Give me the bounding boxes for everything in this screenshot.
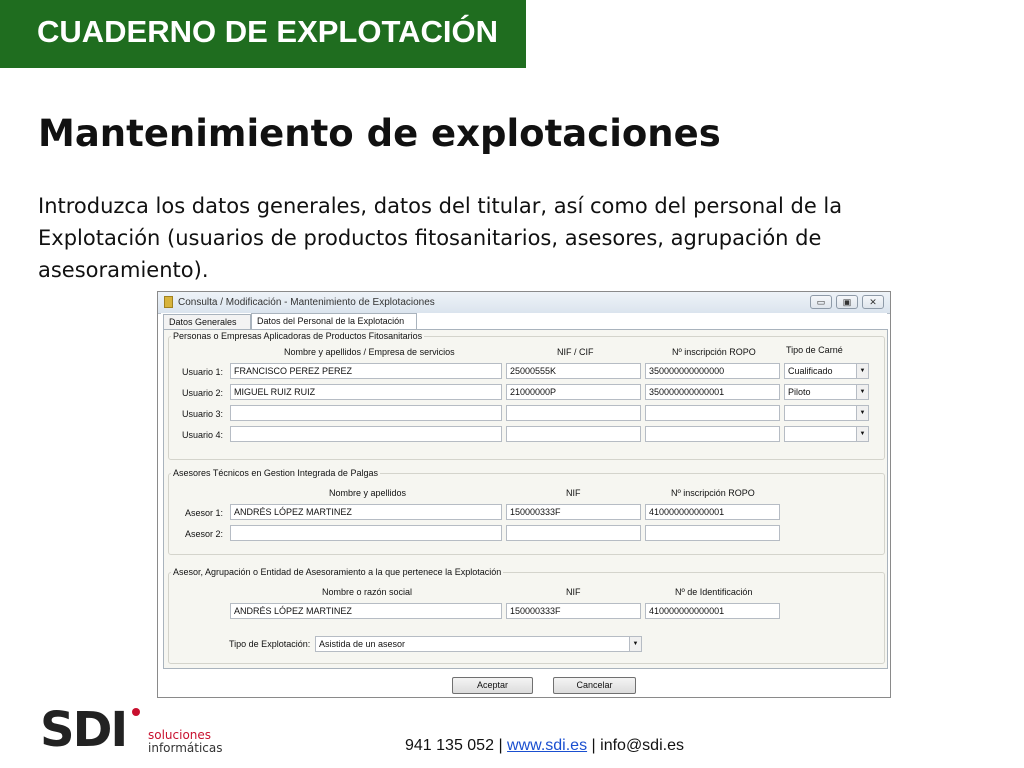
select-value: Piloto (788, 387, 811, 397)
window-title: Consulta / Modificación - Mantenimiento … (178, 297, 435, 308)
advisors-group: Asesores Técnicos en Gestion Integrada d… (168, 468, 885, 555)
cancel-button[interactable]: Cancelar (553, 677, 636, 694)
window-titlebar[interactable]: Consulta / Modificación - Mantenimiento … (158, 292, 890, 314)
tab-datos-personal[interactable]: Datos del Personal de la Explotación (251, 313, 417, 329)
usuario2-carne-select[interactable]: Piloto ▼ (784, 384, 869, 400)
col-header-nif: NIF / CIF (557, 347, 594, 357)
asesor2-ropo-field[interactable] (645, 525, 780, 541)
chevron-down-icon[interactable]: ▼ (856, 385, 868, 399)
col-header-name: Nombre y apellidos / Empresa de servicio… (284, 347, 455, 357)
row-label: Asesor 1: (185, 508, 224, 518)
phone-number: 941 135 052 (405, 737, 494, 754)
logo-sub1: soluciones (148, 728, 212, 742)
entity-nif-field[interactable]: 150000333F (506, 603, 641, 619)
select-value: Asistida de un asesor (319, 639, 406, 649)
usuario4-carne-select[interactable]: ▼ (784, 426, 869, 442)
applicators-group: Personas o Empresas Aplicadoras de Produ… (168, 331, 885, 460)
col-header-ropo: Nº inscripción ROPO (672, 347, 756, 357)
usuario2-name-field[interactable]: MIGUEL RUIZ RUIZ (230, 384, 502, 400)
usuario4-nif-field[interactable] (506, 426, 641, 442)
app-icon (164, 296, 173, 308)
applicators-legend: Personas o Empresas Aplicadoras de Produ… (171, 331, 425, 341)
usuario3-nif-field[interactable] (506, 405, 641, 421)
page-title: Mantenimiento de explotaciones (38, 112, 721, 155)
col-header-ropo: Nº inscripción ROPO (671, 488, 755, 498)
usuario3-name-field[interactable] (230, 405, 502, 421)
tab-datos-generales[interactable]: Datos Generales (163, 314, 251, 329)
app-window: Consulta / Modificación - Mantenimiento … (157, 291, 891, 698)
maximize-icon: ▣ (842, 297, 852, 307)
row-label: Usuario 2: (182, 388, 224, 398)
entity-name-field[interactable]: ANDRÉS LÓPEZ MARTINEZ (230, 603, 502, 619)
asesor1-ropo-field[interactable]: 410000000000001 (645, 504, 780, 520)
usuario1-carne-select[interactable]: Cualificado ▼ (784, 363, 869, 379)
minimize-icon: ▭ (816, 297, 826, 307)
usuario3-ropo-field[interactable] (645, 405, 780, 421)
separator: | (498, 737, 503, 754)
entity-id-field[interactable]: 410000000000001 (645, 603, 780, 619)
col-header-carne: Tipo de Carné (786, 345, 843, 355)
email-address: info@sdi.es (600, 737, 684, 754)
entity-group: Asesor, Agrupación o Entidad de Asesoram… (168, 567, 885, 664)
window-client: Datos Generales Datos del Personal de la… (161, 313, 888, 696)
row-label: Usuario 1: (182, 367, 224, 377)
usuario4-ropo-field[interactable] (645, 426, 780, 442)
asesor1-nif-field[interactable]: 150000333F (506, 504, 641, 520)
logo-text: SDI (40, 702, 128, 758)
select-value: Cualificado (788, 366, 833, 376)
usuario2-ropo-field[interactable]: 350000000000001 (645, 384, 780, 400)
banner-title: CUADERNO DE EXPLOTACIÓN (37, 14, 499, 49)
row-label: Asesor 2: (185, 529, 224, 539)
tab-panel: Personas o Empresas Aplicadoras de Produ… (163, 329, 888, 669)
col-header-nif: NIF (566, 488, 581, 498)
asesor1-name-field[interactable]: ANDRÉS LÓPEZ MARTINEZ (230, 504, 502, 520)
usuario1-name-field[interactable]: FRANCISCO PEREZ PEREZ (230, 363, 502, 379)
website-link[interactable]: www.sdi.es (507, 737, 587, 754)
col-header-id: Nº de Identificación (675, 587, 753, 597)
usuario1-ropo-field[interactable]: 350000000000000 (645, 363, 780, 379)
entity-legend: Asesor, Agrupación o Entidad de Asesoram… (171, 567, 504, 577)
col-header-name: Nombre y apellidos (329, 488, 407, 498)
asesor2-name-field[interactable] (230, 525, 502, 541)
separator: | (591, 737, 596, 754)
header-banner: CUADERNO DE EXPLOTACIÓN (0, 0, 526, 68)
usuario4-name-field[interactable] (230, 426, 502, 442)
usuario2-nif-field[interactable]: 21000000P (506, 384, 641, 400)
usuario1-nif-field[interactable]: 25000555K (506, 363, 641, 379)
maximize-button[interactable]: ▣ (836, 295, 858, 309)
row-label: Usuario 3: (182, 409, 224, 419)
col-header-nif: NIF (566, 587, 581, 597)
advisors-legend: Asesores Técnicos en Gestion Integrada d… (171, 468, 380, 478)
logo-sub2: informáticas (148, 741, 223, 755)
row-label: Usuario 4: (182, 430, 224, 440)
chevron-down-icon[interactable]: ▼ (856, 427, 868, 441)
col-header-name: Nombre o razón social (322, 587, 413, 597)
chevron-down-icon[interactable]: ▼ (629, 637, 641, 651)
contact-line: 941 135 052 | www.sdi.es | info@sdi.es (405, 737, 684, 755)
minimize-button[interactable]: ▭ (810, 295, 832, 309)
tipo-explotacion-label: Tipo de Explotación: (229, 639, 311, 649)
close-button[interactable]: ✕ (862, 295, 884, 309)
tipo-explotacion-select[interactable]: Asistida de un asesor ▼ (315, 636, 642, 652)
chevron-down-icon[interactable]: ▼ (856, 364, 868, 378)
logo-dot (132, 708, 140, 716)
usuario3-carne-select[interactable]: ▼ (784, 405, 869, 421)
chevron-down-icon[interactable]: ▼ (856, 406, 868, 420)
intro-text: Introduzca los datos generales, datos de… (38, 194, 843, 282)
asesor2-nif-field[interactable] (506, 525, 641, 541)
close-icon: ✕ (869, 297, 877, 307)
accept-button[interactable]: Aceptar (452, 677, 533, 694)
